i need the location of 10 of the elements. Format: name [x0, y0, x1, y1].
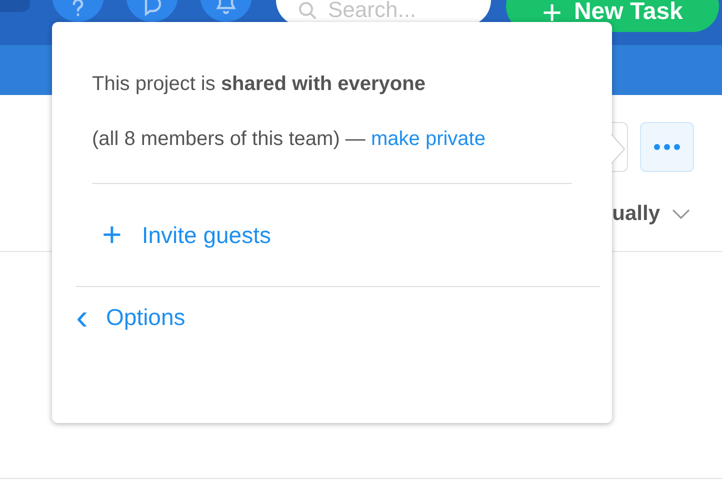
- more-dots-icon: [653, 143, 681, 151]
- members-text: (all 8 members of this team) —: [92, 128, 366, 150]
- invite-guests-item[interactable]: + Invite guests: [102, 220, 271, 250]
- more-button[interactable]: [640, 122, 694, 172]
- make-private-link[interactable]: make private: [370, 128, 486, 150]
- sharing-text: This project is shared with everyone: [92, 72, 426, 97]
- chevron-down-icon[interactable]: [672, 209, 690, 219]
- sort-label[interactable]: ually: [612, 202, 660, 226]
- search-icon: [298, 1, 318, 21]
- options-back-item[interactable]: ‹ Options: [76, 303, 186, 331]
